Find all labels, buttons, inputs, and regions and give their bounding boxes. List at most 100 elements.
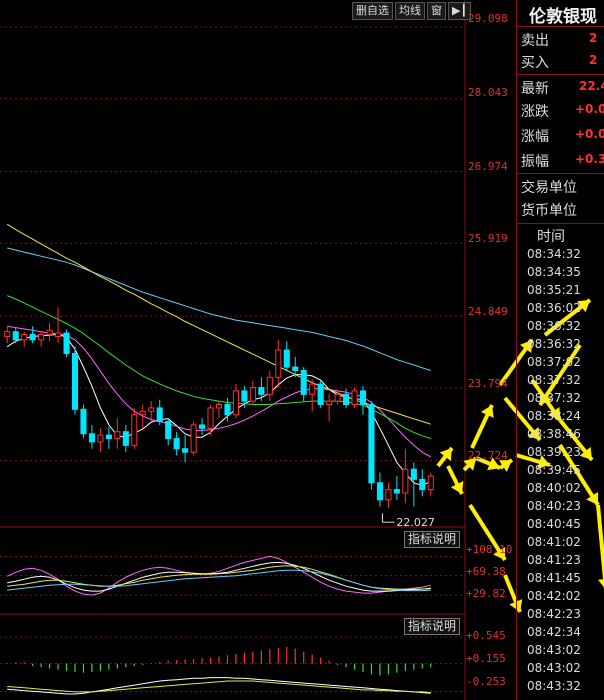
y-tick-label: 29.098 bbox=[468, 12, 508, 25]
candle-body bbox=[207, 407, 214, 429]
y-tick-label: 23.794 bbox=[468, 377, 508, 390]
indicator-info-button[interactable]: 指标说明 bbox=[404, 618, 461, 635]
chart-canvas: 22.027 bbox=[0, 0, 604, 700]
trade-time: 08:40:23 bbox=[527, 499, 581, 513]
trade-time: 08:39:45 bbox=[527, 463, 581, 477]
candle-body bbox=[190, 424, 197, 453]
trade-time: 08:39:23 bbox=[527, 445, 581, 459]
candle-body bbox=[427, 475, 434, 491]
trade-time: 08:41:45 bbox=[527, 571, 581, 585]
sell-label: 卖出 bbox=[521, 33, 549, 49]
trade-time: 08:34:32 bbox=[527, 247, 581, 261]
candle-body bbox=[402, 468, 409, 494]
chart-toolbar: 删自选 均线 窗 ▶┃ bbox=[352, 2, 472, 20]
indicator-panel-2 bbox=[0, 636, 465, 695]
trade-time: 08:36:02 bbox=[527, 301, 581, 315]
trade-time: 08:43:02 bbox=[527, 643, 581, 657]
candle-body bbox=[292, 366, 299, 371]
moving-average-button[interactable]: 均线 bbox=[395, 2, 425, 20]
change-value: +0.0 bbox=[575, 102, 604, 116]
y-tick-label: 22.724 bbox=[468, 449, 508, 462]
candle-body bbox=[351, 390, 358, 406]
candle-body bbox=[376, 482, 383, 501]
candle-body bbox=[199, 424, 206, 429]
candle-body bbox=[343, 393, 350, 406]
candle-body bbox=[309, 383, 316, 395]
trade-time: 08:40:45 bbox=[527, 517, 581, 531]
divider bbox=[517, 26, 604, 27]
candle-body bbox=[21, 333, 28, 341]
candle-body bbox=[258, 387, 265, 395]
candle-body bbox=[122, 431, 129, 446]
candle-body bbox=[29, 333, 36, 341]
candle-body bbox=[249, 387, 256, 402]
candle-body bbox=[232, 390, 239, 416]
ind2-tick-label: +0.545 bbox=[466, 629, 506, 642]
divider bbox=[517, 173, 604, 174]
candle-body bbox=[359, 390, 367, 406]
divider bbox=[517, 74, 604, 75]
candle-body bbox=[283, 349, 290, 368]
change-pct-label: 涨幅 bbox=[521, 129, 549, 145]
candle-body bbox=[55, 332, 62, 337]
candle-body bbox=[165, 421, 172, 440]
trade-time: 08:36:32 bbox=[527, 337, 581, 351]
candle-body bbox=[385, 489, 392, 501]
candle-body bbox=[63, 332, 70, 354]
buy-value: 2 bbox=[589, 53, 598, 67]
candle-body bbox=[97, 434, 104, 443]
candle-body bbox=[71, 352, 79, 410]
trade-unit-label: 交易单位 bbox=[521, 180, 577, 196]
moving-average-line bbox=[6, 223, 431, 425]
candle-body bbox=[326, 400, 333, 406]
candle-body bbox=[266, 376, 273, 395]
candle-body bbox=[38, 333, 45, 341]
delete-watchlist-button[interactable]: 删自选 bbox=[352, 2, 393, 20]
last-price-value: 22.4 bbox=[579, 79, 604, 93]
moving-average-line bbox=[7, 325, 432, 458]
trade-time: 08:42:02 bbox=[527, 589, 581, 603]
candle-body bbox=[80, 408, 87, 435]
divider bbox=[517, 223, 604, 224]
trade-time: 08:36:32 bbox=[527, 319, 581, 333]
last-price-label: 最新 bbox=[521, 81, 549, 97]
ind2-tick-label: -0.253 bbox=[466, 675, 506, 688]
candle-body bbox=[182, 448, 189, 453]
trade-time: 08:40:02 bbox=[527, 481, 581, 495]
trade-time: 08:35:21 bbox=[527, 283, 581, 297]
window-button[interactable]: 窗 bbox=[427, 2, 446, 20]
trade-time: 08:42:23 bbox=[527, 607, 581, 621]
trade-time: 08:37:02 bbox=[527, 355, 581, 369]
trade-time: 08:37:32 bbox=[527, 373, 581, 387]
change-label: 涨跌 bbox=[521, 104, 549, 120]
trade-time: 08:41:23 bbox=[527, 553, 581, 567]
candle-body bbox=[131, 414, 138, 446]
candle-body bbox=[139, 410, 146, 416]
y-tick-label: 24.849 bbox=[468, 305, 508, 318]
candle-body bbox=[12, 331, 19, 341]
trade-time: 08:38:46 bbox=[527, 427, 581, 441]
candle-body bbox=[317, 383, 324, 406]
candle-body bbox=[334, 393, 341, 402]
time-column-header: 时间 bbox=[537, 229, 565, 245]
y-tick-label: 25.919 bbox=[468, 232, 508, 245]
y-tick-label: 26.974 bbox=[468, 160, 508, 173]
candle-body bbox=[215, 404, 223, 409]
min-price-marker: 22.027 bbox=[396, 516, 435, 529]
instrument-title: 伦敦银现 bbox=[529, 7, 597, 27]
ind1-tick-label: +29.82 bbox=[466, 587, 506, 600]
macd-line bbox=[7, 680, 431, 694]
candle-body bbox=[148, 407, 155, 412]
trade-time: 08:34:35 bbox=[527, 265, 581, 279]
candle-body bbox=[410, 468, 417, 480]
buy-label: 买入 bbox=[521, 55, 549, 71]
trade-time: 08:42:34 bbox=[527, 625, 581, 639]
indicator-panel-1 bbox=[0, 555, 465, 596]
candle-body bbox=[105, 434, 112, 440]
indicator-info-button[interactable]: 指标说明 bbox=[404, 531, 461, 548]
currency-unit-label: 货币单位 bbox=[521, 203, 577, 219]
candle-body bbox=[46, 329, 53, 335]
trade-time: 08:41:02 bbox=[527, 535, 581, 549]
candle-body bbox=[114, 431, 121, 440]
candle-body bbox=[368, 404, 375, 484]
